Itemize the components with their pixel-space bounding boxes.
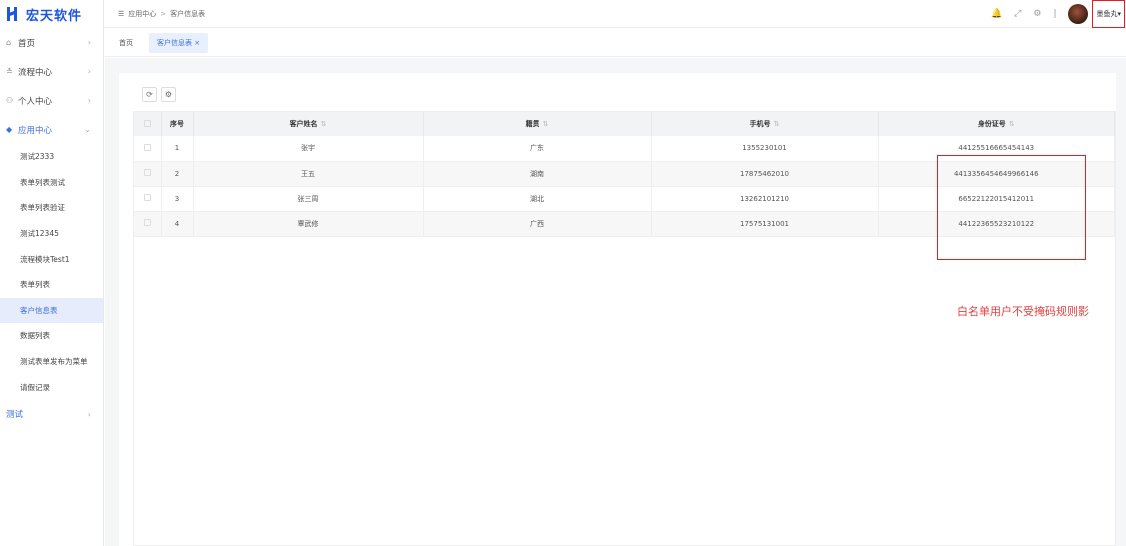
sidebar-item-home[interactable]: ⌂ 首页 › bbox=[0, 28, 103, 57]
cell-origin: 广西 bbox=[423, 211, 652, 237]
breadcrumb-item[interactable]: 应用中心 bbox=[128, 9, 156, 19]
logo-icon bbox=[7, 7, 17, 21]
cell-origin: 广东 bbox=[423, 136, 652, 162]
app-icon: ◆ bbox=[6, 125, 13, 134]
user-menu[interactable]: 墨鱼丸 ▾ bbox=[1092, 0, 1125, 28]
chevron-right-icon: › bbox=[87, 67, 91, 76]
sidebar-sub-item[interactable]: 请假记录 bbox=[0, 374, 103, 400]
avatar[interactable] bbox=[1068, 4, 1089, 24]
logo[interactable]: 宏天软件 bbox=[0, 0, 103, 28]
sidebar-item-label: 流程中心 bbox=[18, 67, 53, 78]
main-content: ⟳ ⚙ 序号 客户姓名 ⇅ 籍贯 ⇅ 手机号 ⇅ 身份证号 ⇅ 1 张宇 广东 … bbox=[105, 58, 1126, 546]
sidebar-item-label: 测试 bbox=[6, 410, 24, 421]
breadcrumb-separator: > bbox=[160, 9, 167, 18]
chevron-right-icon: › bbox=[87, 409, 91, 419]
caret-down-icon: ▾ bbox=[1117, 10, 1121, 18]
sidebar-sub-item[interactable]: 测试表单发布为菜单 bbox=[0, 349, 103, 375]
divider: | bbox=[1053, 9, 1057, 19]
table-toolbar: ⟳ ⚙ bbox=[142, 87, 176, 102]
cell-phone: 17875462010 bbox=[651, 161, 879, 187]
breadcrumb-item: 客户信息表 bbox=[170, 9, 206, 18]
sidebar-item-label: 首页 bbox=[18, 38, 36, 49]
column-header[interactable]: 手机号 ⇅ bbox=[651, 112, 879, 136]
annotation-note: 白名单用户不受掩码规则影 bbox=[957, 305, 1089, 318]
column-header[interactable]: 籍贯 ⇅ bbox=[423, 112, 652, 136]
cell-phone: 1355230101 bbox=[651, 136, 879, 162]
header-actions: 🔔 ⤢ ⚙ | 墨鱼丸 ▾ bbox=[991, 0, 1126, 28]
sidebar-item-personal-center[interactable]: ⚇ 个人中心 › bbox=[0, 86, 103, 115]
refresh-icon[interactable]: ⟳ bbox=[142, 87, 157, 102]
sidebar-sub-item[interactable]: 表单列表测试 bbox=[0, 170, 103, 196]
chevron-right-icon: › bbox=[87, 96, 91, 105]
cell-name: 覃武修 bbox=[193, 211, 424, 237]
sidebar-item-label: 应用中心 bbox=[18, 125, 53, 136]
row-checkbox[interactable] bbox=[134, 136, 162, 162]
content-card: ⟳ ⚙ 序号 客户姓名 ⇅ 籍贯 ⇅ 手机号 ⇅ 身份证号 ⇅ 1 张宇 广东 … bbox=[119, 73, 1116, 546]
sort-icon: ⇅ bbox=[1008, 120, 1015, 128]
tab-customer-info[interactable]: 客户信息表 × bbox=[149, 33, 209, 53]
cell-name: 张宇 bbox=[193, 136, 424, 162]
cell-phone: 17575131001 bbox=[651, 211, 879, 237]
cell-index: 3 bbox=[161, 186, 194, 212]
cell-index: 2 bbox=[161, 161, 194, 187]
tab-home[interactable]: 首页 bbox=[119, 38, 133, 48]
sidebar-sub-item-active[interactable]: 客户信息表 bbox=[0, 297, 103, 324]
user-icon: ⚇ bbox=[6, 96, 14, 105]
cell-name: 张三周 bbox=[193, 186, 424, 212]
cell-origin: 湖北 bbox=[423, 186, 652, 212]
chevron-down-icon: ⌄ bbox=[84, 125, 91, 134]
sidebar-item-app-center[interactable]: ◆ 应用中心 ⌄ bbox=[0, 115, 103, 144]
column-header[interactable]: 客户姓名 ⇅ bbox=[193, 112, 424, 136]
sidebar-sub-item[interactable]: 测试2333 bbox=[0, 144, 103, 170]
chevron-right-icon: › bbox=[87, 38, 91, 47]
menu-toggle-icon[interactable]: ☰ bbox=[118, 10, 124, 18]
cell-index: 4 bbox=[161, 211, 194, 237]
row-checkbox[interactable] bbox=[134, 161, 162, 187]
sidebar-item-test[interactable]: 测试 › bbox=[0, 400, 103, 429]
select-all-checkbox[interactable] bbox=[134, 112, 162, 136]
notification-icon[interactable]: 🔔 bbox=[991, 9, 1002, 19]
username: 墨鱼丸 bbox=[1096, 10, 1118, 18]
settings-icon[interactable]: ⚙ bbox=[161, 87, 176, 102]
cell-phone: 13262101210 bbox=[651, 186, 879, 212]
sidebar-sub-item[interactable]: 测试12345 bbox=[0, 221, 103, 247]
row-checkbox[interactable] bbox=[134, 186, 162, 212]
column-header[interactable]: 身份证号 ⇅ bbox=[878, 112, 1115, 136]
sort-icon: ⇅ bbox=[773, 120, 780, 128]
sidebar: 宏天软件 ⌂ 首页 › ≛ 流程中心 › ⚇ 个人中心 › ◆ 应用中心 ⌄ 测… bbox=[0, 0, 104, 546]
cell-name: 王五 bbox=[193, 161, 424, 187]
cell-index: 1 bbox=[161, 136, 194, 162]
tab-bar: 首页 客户信息表 × bbox=[105, 30, 1126, 57]
column-header: 序号 bbox=[161, 112, 194, 136]
sidebar-sub-item[interactable]: 表单列表验证 bbox=[0, 195, 103, 221]
top-header: ☰ 应用中心 > 客户信息表 🔔 ⤢ ⚙ | 墨鱼丸 ▾ bbox=[105, 0, 1126, 28]
sidebar-item-flow-center[interactable]: ≛ 流程中心 › bbox=[0, 57, 103, 86]
sidebar-sub-item[interactable]: 表单列表 bbox=[0, 272, 103, 298]
breadcrumb: ☰ 应用中心 > 客户信息表 bbox=[105, 9, 205, 19]
app-name: 宏天软件 bbox=[26, 8, 83, 24]
cell-origin: 湖南 bbox=[423, 161, 652, 187]
sort-icon: ⇅ bbox=[320, 120, 327, 128]
table-header-row: 序号 客户姓名 ⇅ 籍贯 ⇅ 手机号 ⇅ 身份证号 ⇅ bbox=[134, 112, 1115, 136]
sidebar-sub-item[interactable]: 数据列表 bbox=[0, 323, 103, 349]
sort-icon: ⇅ bbox=[542, 120, 549, 128]
fullscreen-icon[interactable]: ⤢ bbox=[1014, 9, 1021, 19]
home-icon: ⌂ bbox=[6, 38, 12, 47]
row-checkbox[interactable] bbox=[134, 211, 162, 237]
flow-icon: ≛ bbox=[6, 67, 13, 76]
sidebar-sub-item[interactable]: 流程模块Test1 bbox=[0, 246, 103, 272]
sidebar-item-label: 个人中心 bbox=[18, 96, 53, 107]
highlight-annotation-box bbox=[937, 155, 1086, 260]
settings-icon[interactable]: ⚙ bbox=[1033, 9, 1041, 19]
